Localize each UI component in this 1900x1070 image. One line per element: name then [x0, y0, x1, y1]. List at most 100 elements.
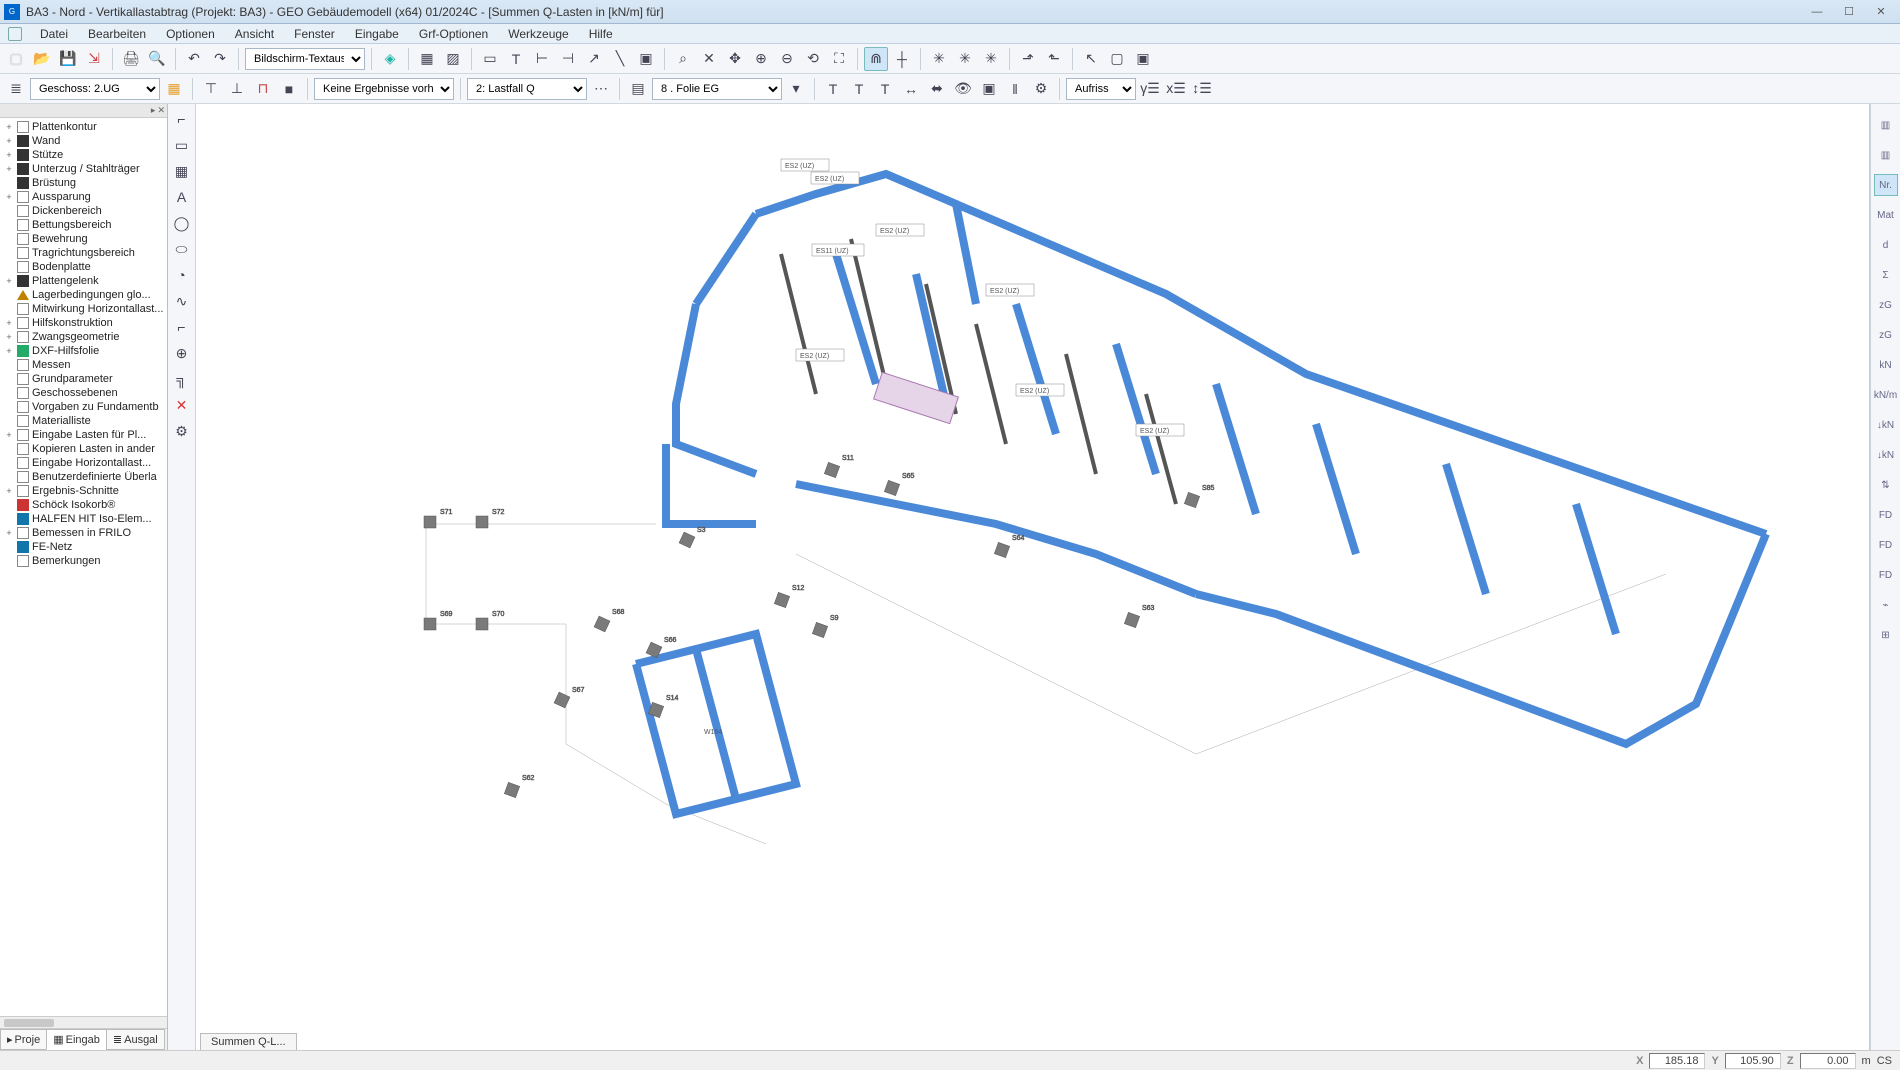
right-tool-0[interactable]: ▥ — [1874, 114, 1898, 136]
menu-datei[interactable]: Datei — [30, 27, 78, 41]
folie-select[interactable]: 8 . Folie EG — [652, 78, 782, 100]
canvas-tab-summen[interactable]: Summen Q-L... — [200, 1033, 297, 1050]
tree-item[interactable]: FE-Netz — [0, 540, 167, 554]
menu-eingabe[interactable]: Eingabe — [345, 27, 409, 41]
list-icon[interactable]: ≣ — [4, 77, 28, 101]
loadcase-select[interactable]: 2: Lastfall Q — [467, 78, 587, 100]
tree-item[interactable]: Eingabe Horizontallast... — [0, 456, 167, 470]
draw-poly-icon[interactable]: ⌐ — [170, 108, 194, 130]
right-tool-15[interactable]: FD — [1874, 564, 1898, 586]
tree-item[interactable]: HALFEN HIT Iso-Elem... — [0, 512, 167, 526]
ortho-icon[interactable]: ⬏ — [1016, 47, 1040, 71]
tree-item[interactable]: +Hilfskonstruktion — [0, 316, 167, 330]
text2-icon[interactable]: T — [847, 77, 871, 101]
right-tool-17[interactable]: ⊞ — [1874, 624, 1898, 646]
geschoss-select[interactable]: Geschoss: 2.UG — [30, 78, 160, 100]
tree-item[interactable]: +DXF-Hilfsfolie — [0, 344, 167, 358]
window-icon[interactable]: ▢ — [1105, 47, 1129, 71]
draw-circle-icon[interactable]: ◯ — [170, 212, 194, 234]
tool-rect-icon[interactable]: ▭ — [478, 47, 502, 71]
right-tool-1[interactable]: ▥ — [1874, 144, 1898, 166]
tree-item[interactable]: Bettungsbereich — [0, 218, 167, 232]
draw-ellipse-icon[interactable]: ⬭ — [170, 238, 194, 260]
menu-bearbeiten[interactable]: Bearbeiten — [78, 27, 156, 41]
layer-icon[interactable]: ▤ — [626, 77, 650, 101]
tree-item[interactable]: +Wand — [0, 134, 167, 148]
draw-target-icon[interactable]: ⊕ — [170, 342, 194, 364]
draw-props-icon[interactable]: ⚙ — [170, 420, 194, 442]
tree-item[interactable]: Lagerbedingungen glo... — [0, 288, 167, 302]
draw-text-icon[interactable]: A — [170, 186, 194, 208]
snap-end-icon[interactable]: ✳ — [927, 47, 951, 71]
tree-item[interactable]: +Bemessen in FRILO — [0, 526, 167, 540]
draw-arc-icon[interactable]: ◔ — [170, 264, 194, 286]
pan-icon[interactable]: ✥ — [723, 47, 747, 71]
right-tool-3[interactable]: Mat — [1874, 204, 1898, 226]
tab-projekt[interactable]: ▸ Proje — [0, 1029, 47, 1050]
close-panel-icon[interactable]: ✕ — [157, 105, 165, 116]
new-file-icon[interactable]: ▢ — [4, 47, 28, 71]
tool-line-icon[interactable]: ╲ — [608, 47, 632, 71]
menu-grf-optionen[interactable]: Grf-Optionen — [409, 27, 498, 41]
menu-hilfe[interactable]: Hilfe — [579, 27, 623, 41]
box3d-icon[interactable]: ▣ — [977, 77, 1001, 101]
window2-icon[interactable]: ▣ — [1131, 47, 1155, 71]
col-tool3-icon[interactable]: ⊓ — [251, 77, 275, 101]
right-tool-2[interactable]: Nr. — [1874, 174, 1898, 196]
drawing-canvas[interactable]: S71 S72 S69 S70 S68 S66 S67 S3 S11 S12 S… — [196, 104, 1870, 1050]
zoom-out-icon[interactable]: ⊖ — [775, 47, 799, 71]
tree-item[interactable]: Bodenplatte — [0, 260, 167, 274]
dim-h-icon[interactable]: ↔ — [899, 77, 923, 101]
v-sort-icon[interactable]: ↕☰ — [1190, 77, 1214, 101]
results-select[interactable]: Keine Ergebnisse vorhand — [314, 78, 454, 100]
minimize-button[interactable]: — — [1802, 2, 1832, 22]
settings-icon[interactable]: ⚙ — [1029, 77, 1053, 101]
tree-item[interactable]: Grundparameter — [0, 372, 167, 386]
menu-fenster[interactable]: Fenster — [284, 27, 345, 41]
tree-item[interactable]: Vorgaben zu Fundamentb — [0, 400, 167, 414]
tree-item[interactable]: Mitwirkung Horizontallast... — [0, 302, 167, 316]
grid-off-icon[interactable]: ▨ — [441, 47, 465, 71]
rotate-icon[interactable]: ⟲ — [801, 47, 825, 71]
draw-spline-icon[interactable]: ∿ — [170, 290, 194, 312]
right-tool-13[interactable]: FD — [1874, 504, 1898, 526]
tree-item[interactable]: Dickenbereich — [0, 204, 167, 218]
tool-dim1-icon[interactable]: ⊢ — [530, 47, 554, 71]
tree-item[interactable]: +Plattenkontur — [0, 120, 167, 134]
tree-item[interactable]: Kopieren Lasten in ander — [0, 442, 167, 456]
open-file-icon[interactable]: 📂 — [30, 47, 54, 71]
draw-corner-icon[interactable]: ⌐ — [170, 316, 194, 338]
cursor-icon[interactable]: ↖ — [1079, 47, 1103, 71]
text1-icon[interactable]: T — [821, 77, 845, 101]
v-list-icon[interactable]: γ☰ — [1138, 77, 1162, 101]
model-3d-icon[interactable]: ◈ — [378, 47, 402, 71]
lc-opts-icon[interactable]: ⋯ — [589, 77, 613, 101]
col-tool1-icon[interactable]: ⊤ — [199, 77, 223, 101]
draw-grid-icon[interactable]: ▦ — [170, 160, 194, 182]
print-icon[interactable]: 🖨 — [119, 47, 143, 71]
output-select[interactable]: Bildschirm-Textausg — [245, 48, 365, 70]
view-select[interactable]: Aufriss — [1066, 78, 1136, 100]
draw-mirror-icon[interactable]: ╗ — [170, 368, 194, 390]
object-tree[interactable]: +Plattenkontur+Wand+Stütze+Unterzug / St… — [0, 118, 167, 1016]
right-tool-5[interactable]: Σ — [1874, 264, 1898, 286]
draw-rect-icon[interactable]: ▭ — [170, 134, 194, 156]
snap-mid-icon[interactable]: ✳ — [953, 47, 977, 71]
snap-int-icon[interactable]: ✳ — [979, 47, 1003, 71]
grid-icon[interactable]: ▦ — [415, 47, 439, 71]
text3-icon[interactable]: T — [873, 77, 897, 101]
right-tool-8[interactable]: kN — [1874, 354, 1898, 376]
zoom-window-icon[interactable]: ⌕ — [671, 47, 695, 71]
tool-move-icon[interactable]: ↗ — [582, 47, 606, 71]
dim-link-icon[interactable]: ⬌ — [925, 77, 949, 101]
tab-eingabe[interactable]: ▦ Eingab — [46, 1029, 107, 1050]
export-icon[interactable]: ⇲ — [82, 47, 106, 71]
tree-item[interactable]: +Ergebnis-Schnitte — [0, 484, 167, 498]
grid4-icon[interactable]: ▦ — [162, 77, 186, 101]
menu-werkzeuge[interactable]: Werkzeuge — [498, 27, 578, 41]
tree-item[interactable]: +Eingabe Lasten für Pl... — [0, 428, 167, 442]
tree-item[interactable]: Tragrichtungsbereich — [0, 246, 167, 260]
right-tool-12[interactable]: ⇅ — [1874, 474, 1898, 496]
redo-icon[interactable]: ↷ — [208, 47, 232, 71]
zoom-in-icon[interactable]: ⊕ — [749, 47, 773, 71]
